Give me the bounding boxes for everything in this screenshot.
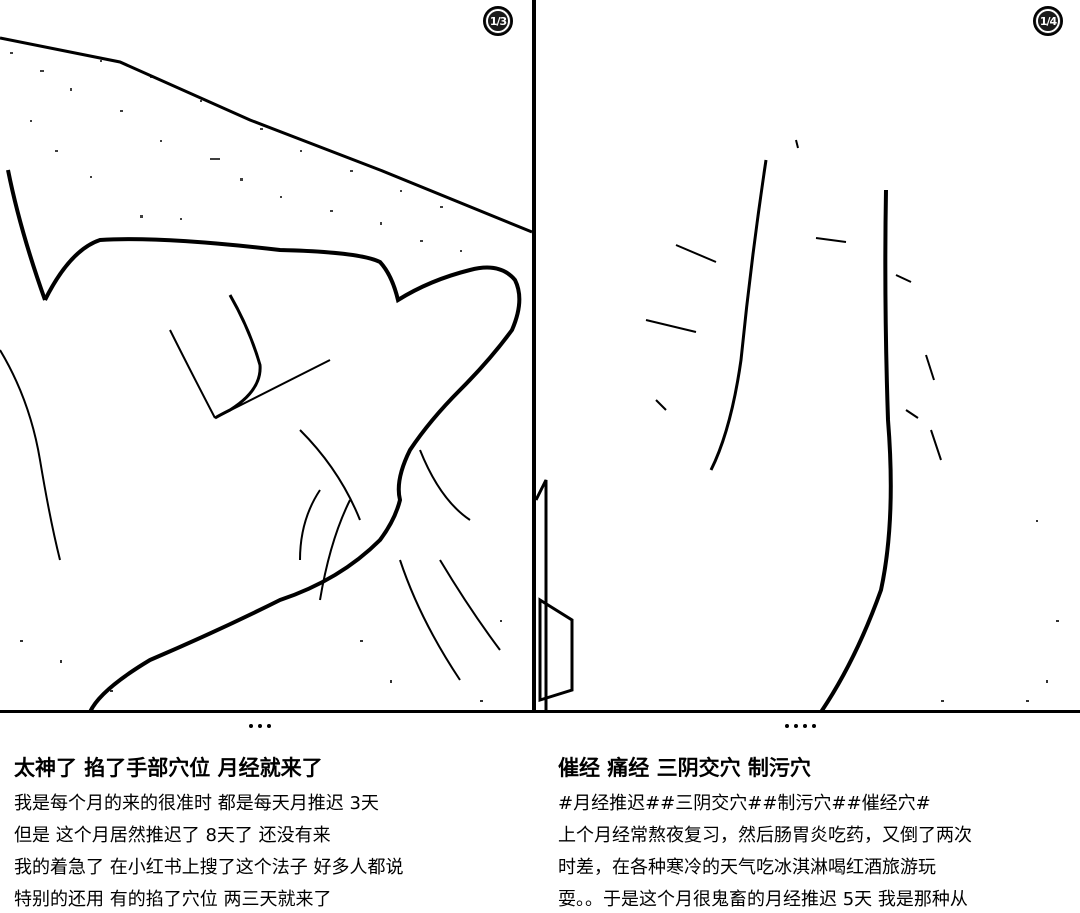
image-bottom-border xyxy=(0,710,1080,713)
note-body-line: 时差，在各种寒冷的天气吃冰淇淋喝红酒旅游玩 xyxy=(558,857,936,878)
leg-acupoint-image xyxy=(536,0,1080,712)
carousel-dot xyxy=(785,724,789,728)
carousel-dot xyxy=(249,724,253,728)
image-page-badge: 1/3 xyxy=(483,6,513,36)
note-body-line: 特别的还用 有的掐了穴位 两三天就来了 xyxy=(14,889,332,910)
carousel-dot xyxy=(267,724,271,728)
carousel-dot xyxy=(258,724,262,728)
image-page-counter: 1/4 xyxy=(1036,9,1060,33)
note-title[interactable]: 太神了 掐了手部穴位 月经就来了 xyxy=(14,752,524,784)
note-body-line: 上个月经常熬夜复习，然后肠胃炎吃药，又倒了两次 xyxy=(558,825,972,846)
note-body-line: 耍。。于是这个月很鬼畜的月经推迟 5天 我是那种从 xyxy=(558,889,968,910)
image-page-badge: 1/4 xyxy=(1033,6,1063,36)
note-image-1[interactable] xyxy=(0,0,532,712)
note-card-2[interactable]: 1/4 催经 痛经 三阴交穴 制污穴 #月经推迟##三阴交穴##制污穴##催经穴… xyxy=(536,0,1080,913)
carousel-dots xyxy=(785,724,816,728)
note-title[interactable]: 催经 痛经 三阴交穴 制污穴 xyxy=(558,752,1068,784)
note-body-line: 但是 这个月居然推迟了 8天了 还没有来 xyxy=(14,825,331,846)
note-body-line: 我是每个月的来的很准时 都是每天月推迟 3天 xyxy=(14,793,379,814)
note-card-1[interactable]: 1/3 太神了 掐了手部穴位 月经就来了 我是每个月的来的很准时 都是每天月推迟… xyxy=(0,0,536,913)
hand-acupressure-image xyxy=(0,0,532,712)
image-page-counter: 1/3 xyxy=(486,9,510,33)
carousel-dot xyxy=(812,724,816,728)
note-text-2: 催经 痛经 三阴交穴 制污穴 #月经推迟##三阴交穴##制污穴##催经穴# 上个… xyxy=(558,752,1068,913)
carousel-dot xyxy=(803,724,807,728)
carousel-dots xyxy=(249,724,271,728)
note-text-1: 太神了 掐了手部穴位 月经就来了 我是每个月的来的很准时 都是每天月推迟 3天 … xyxy=(14,752,524,913)
carousel-dot xyxy=(794,724,798,728)
note-body-line: 我的着急了 在小红书上搜了这个法子 好多人都说 xyxy=(14,857,404,878)
note-hashtags[interactable]: #月经推迟##三阴交穴##制污穴##催经穴# xyxy=(558,788,1068,820)
feed-page: 1/3 太神了 掐了手部穴位 月经就来了 我是每个月的来的很准时 都是每天月推迟… xyxy=(0,0,1080,913)
note-image-2[interactable] xyxy=(536,0,1080,712)
